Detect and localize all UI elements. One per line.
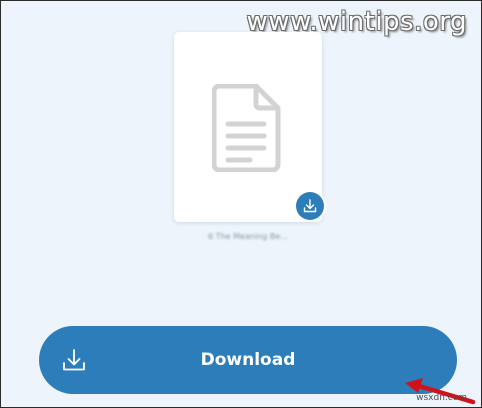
- download-icon: [303, 199, 317, 213]
- file-name: 6 The Meaning Be...: [208, 232, 288, 241]
- file-card[interactable]: [174, 32, 322, 222]
- card-download-button[interactable]: [296, 192, 324, 220]
- document-icon: [212, 84, 281, 172]
- screenshot-frame: www.wintips.org 6 The Meaning Be... Down…: [0, 0, 482, 408]
- download-button[interactable]: Download: [39, 326, 457, 394]
- download-label: Download: [200, 350, 296, 370]
- bottom-watermark: wsxdn.com: [416, 393, 467, 403]
- download-icon: [63, 349, 85, 371]
